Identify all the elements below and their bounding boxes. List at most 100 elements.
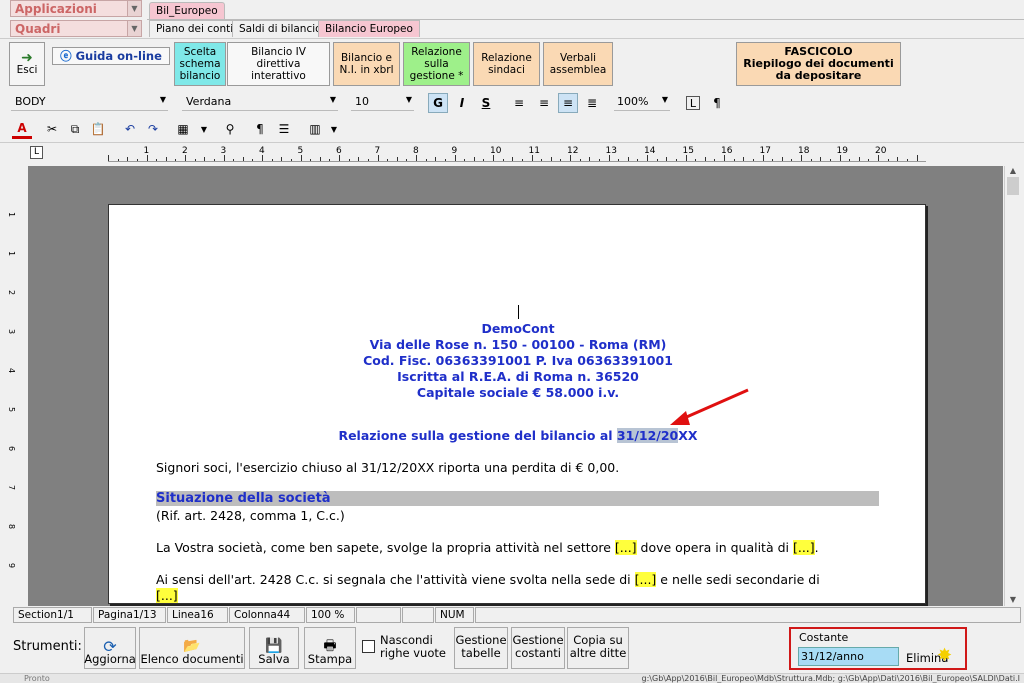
tab-bilancio-europeo[interactable]: Bilancio Europeo: [318, 20, 420, 37]
scelta-schema-bilancio-button[interactable]: Scelta schema bilancio: [174, 42, 226, 86]
tab-type-icon[interactable]: L: [30, 146, 43, 159]
nascondi-checkbox[interactable]: [362, 640, 375, 653]
ruler-tick: [810, 159, 812, 161]
placeholder-field[interactable]: [...]: [792, 540, 815, 555]
company-address: Via delle Rose n. 150 - 00100 - Roma (RM…: [369, 337, 667, 352]
placeholder-field[interactable]: [...]: [614, 540, 637, 555]
strike-button[interactable]: S: [476, 93, 496, 113]
ruler-tick: [165, 157, 167, 161]
ruler-tick: [906, 159, 908, 161]
cut-icon[interactable]: ✂: [42, 119, 62, 139]
font-select[interactable]: Verdana ▼: [182, 93, 338, 111]
list-icon[interactable]: ☰: [274, 119, 294, 139]
label-line: da depositare: [775, 69, 862, 82]
undo-icon[interactable]: ↶: [120, 119, 140, 139]
align-center-icon[interactable]: ≡: [558, 93, 578, 113]
ruler-label: 12: [567, 146, 579, 156]
company-fiscal: Cod. Fisc. 06363391001 P. Iva 0636339100…: [363, 353, 673, 368]
ruler-label: 5: [297, 146, 304, 156]
size-select[interactable]: 10 ▼: [351, 93, 414, 111]
ruler-tick: [772, 159, 774, 161]
ruler-tick: [136, 159, 138, 161]
vertical-scrollbar[interactable]: ▲ ▼: [1004, 166, 1021, 606]
ruler-tick: [367, 159, 369, 161]
ruler-tick: [704, 157, 706, 161]
scroll-thumb[interactable]: [1007, 177, 1019, 195]
tab-bil-europeo[interactable]: Bil_Europeo: [149, 2, 225, 19]
aggiorna-button[interactable]: ⟳ Aggiorna: [84, 627, 136, 669]
scroll-down-icon[interactable]: ▼: [1005, 595, 1021, 604]
applicazioni-label: Applicazioni: [15, 2, 97, 16]
align-left-icon[interactable]: ≡: [509, 93, 529, 113]
page-view-icon[interactable]: L: [686, 96, 700, 110]
ruler-tick: [637, 159, 639, 161]
fascicolo-button[interactable]: FASCICOLO Riepilogo dei documenti da depos…: [736, 42, 901, 86]
scroll-up-icon[interactable]: ▲: [1005, 166, 1021, 175]
pilcrow-button[interactable]: ¶: [707, 93, 727, 113]
costante-input[interactable]: 31/12/anno: [798, 647, 899, 666]
ruler-label: 15: [682, 146, 694, 156]
tab-saldi-di-bilancio[interactable]: Saldi di bilancio: [232, 20, 329, 37]
divider: [0, 38, 1024, 39]
align-right-icon[interactable]: ≡: [534, 93, 554, 113]
style-select[interactable]: BODY ▼: [11, 93, 168, 111]
costante-label: Costante: [799, 631, 849, 644]
font-color-icon[interactable]: A: [12, 119, 32, 139]
applicazioni-dropdown[interactable]: Applicazioni ▼: [10, 0, 142, 17]
placeholder-field[interactable]: [...]: [156, 588, 178, 603]
stampa-label: Stampa: [307, 652, 353, 666]
ruler-tick: [656, 159, 658, 161]
esci-button[interactable]: ➜ Esci: [9, 42, 45, 86]
zoom-select[interactable]: 100% ▼: [614, 93, 670, 111]
bilancio-iv-direttiva-button[interactable]: Bilancio IV direttiva interattivo: [227, 42, 330, 86]
placeholder-field[interactable]: [...]: [634, 572, 657, 587]
columns-icon[interactable]: ▥: [305, 119, 325, 139]
guida-online-button[interactable]: ⓔ Guida on-line: [52, 47, 170, 65]
find-icon[interactable]: ⚲: [220, 119, 240, 139]
ruler-tick: [281, 157, 283, 161]
ruler-tick: [290, 159, 292, 161]
document-page[interactable]: DemoCont Via delle Rose n. 150 - 00100 -…: [108, 204, 926, 604]
relazione-sindaci-button[interactable]: Relazione sindaci: [473, 42, 540, 86]
label-line: righe vuote: [380, 646, 446, 660]
ruler-tick: [435, 157, 437, 161]
table-icon[interactable]: ▦: [173, 119, 193, 139]
bilancio-xbrl-button[interactable]: Bilancio e N.I. in xbrl: [333, 42, 400, 86]
redo-icon[interactable]: ↷: [143, 119, 163, 139]
font-value: Verdana: [186, 95, 232, 108]
chevron-down-icon[interactable]: ▼: [194, 119, 214, 139]
verbali-assemblea-button[interactable]: Verbali assemblea: [543, 42, 613, 86]
horizontal-ruler[interactable]: 1 2 3 4 5 6 7 8 9 10 11 12 13 14 15 16 17 18 19 20: [108, 146, 926, 162]
chevron-down-icon[interactable]: ▼: [324, 119, 344, 139]
label-line: assemblea: [549, 64, 607, 76]
paragraph-icon[interactable]: ¶: [250, 119, 270, 139]
title-date-field[interactable]: 31/12/20: [616, 428, 679, 443]
tab-piano-dei-conti[interactable]: Piano dei conti: [149, 20, 241, 37]
elenco-documenti-button[interactable]: 📂 Elenco documenti: [139, 627, 245, 669]
browser-icon: ⓔ: [60, 49, 72, 63]
ruler-tick: [483, 159, 485, 161]
gestione-tabelle-button[interactable]: Gestione tabelle: [454, 627, 508, 669]
tab-label: Piano dei conti: [156, 23, 234, 35]
italic-button[interactable]: I: [452, 93, 472, 113]
vruler-label: 4: [7, 368, 16, 374]
copia-altre-ditte-button[interactable]: Copia su altre ditte: [567, 627, 629, 669]
relazione-gestione-button[interactable]: Relazione sulla gestione *: [403, 42, 470, 86]
tab-label: Bilancio Europeo: [325, 23, 413, 35]
vruler-label: 8: [7, 524, 16, 530]
copy-icon[interactable]: ⧉: [65, 119, 85, 139]
bold-button[interactable]: G: [428, 93, 448, 113]
stampa-button[interactable]: 🖶 Stampa: [304, 627, 356, 669]
quadri-label: Quadri: [15, 22, 61, 36]
ruler-tick: [444, 159, 446, 161]
paste-icon[interactable]: 📋: [88, 119, 108, 139]
quadri-dropdown[interactable]: Quadri ▼: [10, 20, 142, 37]
justify-icon[interactable]: ≣: [582, 93, 602, 113]
label-line: Relazione: [411, 46, 462, 58]
esci-label: Esci: [16, 64, 38, 76]
zoom-value: 100%: [617, 95, 649, 108]
salva-button[interactable]: 💾 Salva: [249, 627, 299, 669]
label-line: Verbali: [559, 52, 597, 64]
italic-label: I: [459, 96, 465, 110]
gestione-costanti-button[interactable]: Gestione costanti: [511, 627, 565, 669]
